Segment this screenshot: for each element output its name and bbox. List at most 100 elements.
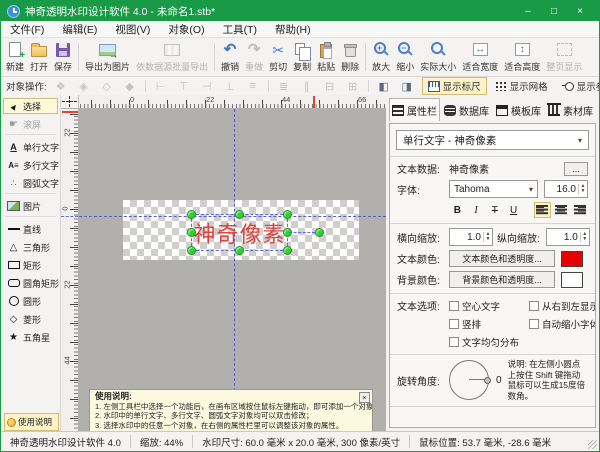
resize-handle[interactable] xyxy=(187,228,196,237)
rotation-dial-handle[interactable] xyxy=(484,376,491,384)
text-color-button[interactable]: 文本颜色和透明度... xyxy=(449,250,555,267)
tab-materials[interactable]: 素材库 xyxy=(545,98,596,121)
tool-triangle[interactable]: △ 三角形 xyxy=(3,239,58,255)
menu-view[interactable]: 视图(V) xyxy=(106,21,159,37)
tool-line[interactable]: 直线 xyxy=(3,221,58,237)
save-button[interactable]: 保存 xyxy=(51,39,75,75)
tool-rectangle[interactable]: 矩形 xyxy=(3,257,58,273)
export-image-button[interactable]: 导出为图片 xyxy=(82,39,133,75)
align-center-button[interactable] xyxy=(553,202,570,218)
font-family-select[interactable]: Tahoma ▾ xyxy=(449,180,538,198)
option-auto-shrink[interactable]: 自动缩小字体 xyxy=(529,317,595,331)
new-button[interactable]: 新建 xyxy=(3,39,27,75)
align-right-button[interactable] xyxy=(571,202,588,218)
checkbox-icon[interactable] xyxy=(529,301,539,311)
tool-diamond[interactable]: ◇ 菱形 xyxy=(3,311,58,327)
resize-handle[interactable] xyxy=(235,210,244,219)
ungroup-icon[interactable]: ◨ xyxy=(399,79,415,93)
chevron-down-icon: ▾ xyxy=(577,135,582,145)
fit-width-button[interactable]: ↔ 适合宽度 xyxy=(459,39,501,75)
rounded-rectangle-icon xyxy=(6,277,21,290)
tab-templates[interactable]: 模板库 xyxy=(493,98,544,121)
rotation-dial[interactable] xyxy=(449,360,491,400)
group-icon[interactable]: ◧ xyxy=(376,79,392,93)
zoom-in-button[interactable]: + 放大 xyxy=(369,39,393,75)
actual-size-button[interactable]: 实际大小 xyxy=(417,39,459,75)
tool-arc-text[interactable]: ∴ 圆弧文字 xyxy=(3,175,59,191)
text-color-swatch[interactable] xyxy=(561,250,583,267)
option-hollow-text[interactable]: 空心文字 xyxy=(449,299,527,313)
tool-single-line-text[interactable]: A 单行文字 xyxy=(3,139,59,155)
rotation-handle[interactable] xyxy=(315,228,324,237)
resize-handle[interactable] xyxy=(283,210,292,219)
strikethrough-button[interactable]: T xyxy=(486,202,503,218)
bg-color-button[interactable]: 背景颜色和透明度... xyxy=(449,271,555,288)
bold-button[interactable]: B xyxy=(449,202,466,218)
tool-rounded-rectangle[interactable]: 圆角矩形 xyxy=(3,275,59,291)
menu-edit[interactable]: 编辑(E) xyxy=(53,21,106,37)
delete-button[interactable]: 删除 xyxy=(338,39,362,75)
usage-help-button[interactable]: 使用说明 xyxy=(4,413,59,431)
horizontal-ruler: 0 22 44 66 xyxy=(79,95,386,109)
tab-properties[interactable]: 属性栏 xyxy=(389,98,440,121)
help-close-icon[interactable]: × xyxy=(359,392,370,403)
usage-help-box: 使用说明: 1. 左侧工具栏中选择一个功能后，在画布区域按住鼠标左键拖动，即可添… xyxy=(89,389,373,433)
paste-button[interactable]: 粘贴 xyxy=(314,39,338,75)
checkbox-icon[interactable] xyxy=(449,319,459,329)
text-data-value[interactable]: 神奇像素 xyxy=(449,161,489,176)
tool-star[interactable]: ★ 五角星 xyxy=(3,329,58,345)
show-ruler-toggle[interactable]: 显示标尺 xyxy=(421,77,487,95)
show-grid-toggle[interactable]: 显示网格 xyxy=(489,77,554,95)
toolbar-separator xyxy=(367,80,369,92)
open-button[interactable]: 打开 xyxy=(27,39,51,75)
mouse-position-marker xyxy=(313,96,315,108)
grid-icon xyxy=(494,81,507,91)
show-guides-toggle[interactable]: 显示参考线 xyxy=(556,77,599,95)
option-vertical-text[interactable]: 竖排 xyxy=(449,317,527,331)
object-selector-dropdown[interactable]: 单行文字 - 神奇像素 ▾ xyxy=(396,130,589,150)
resize-handle[interactable] xyxy=(283,228,292,237)
h-scale-stepper[interactable]: 1.0 ▲ ▼ xyxy=(449,228,493,246)
resize-handle[interactable] xyxy=(187,246,196,255)
checkbox-icon[interactable] xyxy=(449,337,459,347)
copy-button[interactable]: 复制 xyxy=(290,39,314,75)
resize-handle[interactable] xyxy=(235,246,244,255)
bg-color-swatch[interactable] xyxy=(561,271,583,288)
resize-handle[interactable] xyxy=(187,210,196,219)
menu-help[interactable]: 帮助(H) xyxy=(266,21,320,37)
minimize-button[interactable]: – xyxy=(515,1,541,21)
v-scale-stepper[interactable]: 1.0 ▲ ▼ xyxy=(545,228,590,246)
stepper-arrows-icon[interactable]: ▲ ▼ xyxy=(578,184,587,194)
italic-button[interactable]: I xyxy=(468,202,485,218)
checkbox-icon[interactable] xyxy=(449,301,459,311)
option-even-distribution[interactable]: 文字均匀分布 xyxy=(449,335,527,349)
stepper-arrows-icon[interactable]: ▲ ▼ xyxy=(483,232,492,242)
tab-database[interactable]: 数据库 xyxy=(441,98,492,121)
font-size-stepper[interactable]: 16.0 ▲ ▼ xyxy=(544,180,588,198)
menu-tools[interactable]: 工具(T) xyxy=(214,21,266,37)
resize-handle[interactable] xyxy=(283,246,292,255)
edit-text-button[interactable]: ... xyxy=(564,161,588,176)
menu-object[interactable]: 对象(O) xyxy=(159,21,213,37)
tool-image[interactable]: 图片 xyxy=(3,198,58,214)
single-line-text-icon: A xyxy=(10,142,17,152)
stepper-arrows-icon[interactable]: ▲ ▼ xyxy=(579,232,589,242)
align-left-icon xyxy=(536,205,549,215)
fit-height-button[interactable]: ↕ 适合高度 xyxy=(501,39,543,75)
tool-multi-line-text[interactable]: A≡ 多行文字 xyxy=(3,157,59,173)
menu-file[interactable]: 文件(F) xyxy=(1,21,53,37)
tool-select[interactable]: ► 选择 xyxy=(3,98,58,114)
zoom-out-button[interactable]: − 缩小 xyxy=(393,39,417,75)
maximize-button[interactable]: □ xyxy=(541,1,567,21)
underline-button[interactable]: U xyxy=(505,202,522,218)
watermark-text[interactable]: 神奇像素 xyxy=(192,215,287,250)
cut-button[interactable]: ✂ 剪切 xyxy=(266,39,290,75)
tool-circle[interactable]: 圆形 xyxy=(3,293,58,309)
selection-box[interactable]: 神奇像素 xyxy=(187,210,324,255)
checkbox-icon[interactable] xyxy=(529,319,539,329)
option-right-to-left[interactable]: 从右到左显示 xyxy=(529,299,595,313)
app-icon xyxy=(7,4,20,18)
undo-button[interactable]: ↶ 撤销 xyxy=(218,39,242,75)
align-left-button[interactable] xyxy=(533,202,551,218)
close-button[interactable]: × xyxy=(567,1,593,21)
